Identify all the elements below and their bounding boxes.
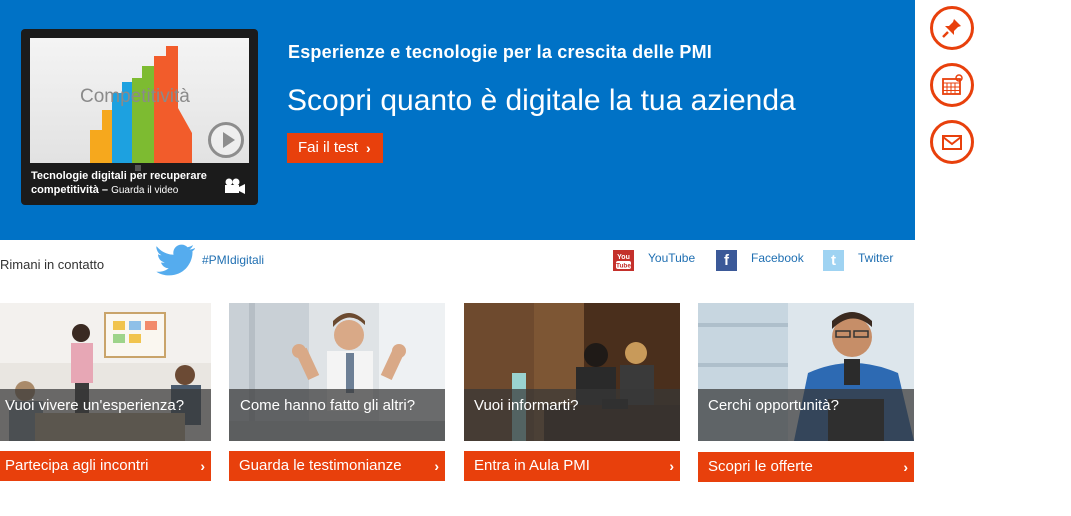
hashtag-link[interactable]: #PMIdigitali	[202, 253, 264, 267]
take-test-button[interactable]: Fai il test ›	[287, 133, 383, 163]
svg-text:Tube: Tube	[616, 263, 631, 270]
video-caption-sub[interactable]: Guarda il video	[111, 185, 178, 196]
pin-icon	[942, 19, 961, 38]
facebook-icon: f	[716, 250, 737, 271]
card-information: Vuoi informarti? Entra in Aula PMI ›	[464, 303, 680, 481]
smiling-man-photo[interactable]: Cerchi opportunità?	[698, 303, 914, 441]
stay-in-touch-label: Rimani in contatto	[0, 257, 105, 272]
card-overlay: Come hanno fatto gli altri?	[229, 389, 445, 441]
celebrating-man-photo[interactable]: Come hanno fatto gli altri?	[229, 303, 445, 441]
card-overlay: Cerchi opportunità?	[698, 389, 914, 441]
twitter-icon: t	[823, 250, 844, 271]
enter-aula-pmi-button[interactable]: Entra in Aula PMI ›	[464, 451, 680, 481]
video-camera-icon	[225, 178, 245, 194]
twitter-label: Twitter	[858, 250, 894, 265]
hero-subtitle: Esperienze e tecnologie per la crescita …	[288, 42, 712, 62]
discover-offers-button[interactable]: Scopri le offerte ›	[698, 452, 914, 482]
card-button-label: Partecipa agli incontri	[5, 457, 149, 474]
card-experience: Vuoi vivere un'esperienza? Partecipa agl…	[0, 303, 211, 481]
video-screen-word: Competitività	[80, 86, 190, 107]
chevron-right-icon: ›	[200, 458, 205, 474]
mail-icon	[942, 135, 962, 150]
card-question: Come hanno fatto gli altri?	[240, 397, 416, 414]
facebook-label: Facebook	[751, 250, 804, 265]
svg-text:You: You	[617, 254, 630, 261]
chevron-right-icon: ›	[669, 458, 674, 474]
pin-button[interactable]	[930, 6, 974, 50]
card-overlay: Vuoi informarti?	[464, 389, 680, 441]
chevron-right-icon: ›	[366, 140, 371, 156]
join-meetings-button[interactable]: Partecipa agli incontri ›	[0, 451, 211, 481]
card-button-label: Guarda le testimonianze	[239, 457, 402, 474]
card-question: Vuoi vivere un'esperienza?	[5, 397, 185, 414]
card-button-label: Entra in Aula PMI	[474, 457, 590, 474]
mail-button[interactable]	[930, 120, 974, 164]
chevron-right-icon: ›	[903, 459, 908, 475]
video-thumbnail[interactable]: Competitività Tecnologie digitali per re…	[21, 29, 258, 205]
hero-banner: Competitività Tecnologie digitali per re…	[0, 0, 915, 240]
calendar-button[interactable]	[930, 63, 974, 107]
hero-title: Scopri quanto è digitale la tua azienda	[287, 84, 796, 117]
facebook-link[interactable]: f Facebook	[716, 250, 804, 271]
calendar-icon	[942, 74, 963, 95]
youtube-label: YouTube	[648, 250, 696, 265]
card-testimonials: Come hanno fatto gli altri? Guarda le te…	[229, 303, 445, 481]
card-question: Cerchi opportunità?	[708, 397, 839, 414]
meeting-photo[interactable]: Vuoi vivere un'esperienza?	[0, 303, 211, 441]
card-button-label: Scopri le offerte	[708, 458, 813, 475]
watch-testimonials-button[interactable]: Guarda le testimonianze ›	[229, 451, 445, 481]
twitter-link[interactable]: t Twitter	[823, 250, 893, 271]
take-test-label: Fai il test	[298, 139, 359, 156]
youtube-link[interactable]: You Tube YouTube	[613, 250, 695, 271]
card-opportunities: Cerchi opportunità? Scopri le offerte ›	[698, 303, 914, 482]
card-question: Vuoi informarti?	[474, 397, 579, 414]
card-overlay: Vuoi vivere un'esperienza?	[0, 389, 211, 441]
video-screen: Competitività	[30, 38, 249, 163]
couple-tablet-photo[interactable]: Vuoi informarti?	[464, 303, 680, 441]
play-icon[interactable]	[208, 122, 244, 158]
chevron-right-icon: ›	[434, 458, 439, 474]
video-caption: Tecnologie digitali per recuperare compe…	[31, 169, 221, 198]
twitter-bird-icon	[156, 244, 195, 276]
youtube-icon: You Tube	[613, 250, 634, 271]
